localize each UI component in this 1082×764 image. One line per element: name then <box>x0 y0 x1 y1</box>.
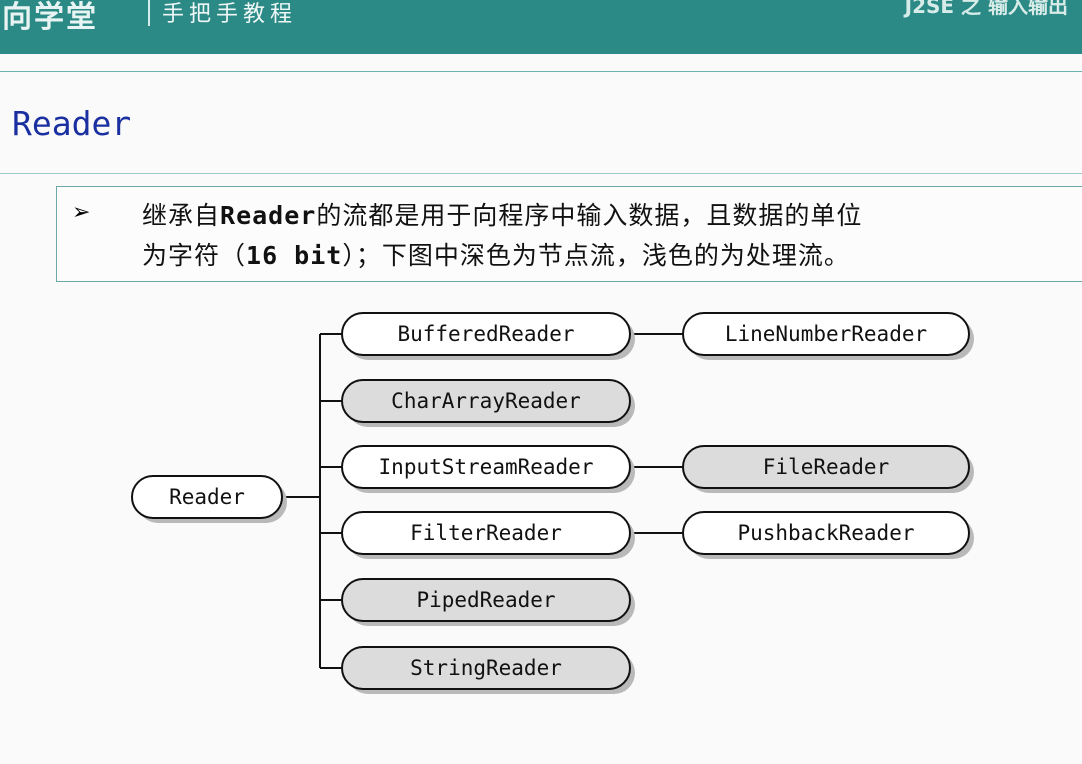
node-filter-reader: FilterReader <box>341 511 635 559</box>
node-file-reader: FileReader <box>682 445 974 493</box>
node-label: BufferedReader <box>397 322 574 346</box>
node-input-stream-reader: InputStreamReader <box>341 445 635 493</box>
node-reader: Reader <box>131 475 287 523</box>
node-label: PushbackReader <box>737 521 914 545</box>
node-char-array-reader: CharArrayReader <box>341 379 635 427</box>
node-label: FilterReader <box>410 521 562 545</box>
node-buffered-reader: BufferedReader <box>341 312 635 360</box>
node-piped-reader: PipedReader <box>341 578 635 626</box>
node-string-reader: StringReader <box>341 646 635 694</box>
node-label: InputStreamReader <box>379 455 594 479</box>
node-line-number-reader: LineNumberReader <box>682 312 974 360</box>
node-label: PipedReader <box>416 588 555 612</box>
node-label: Reader <box>169 485 245 509</box>
diagram-nodes: Reader BufferedReader LineNumberReader Char… <box>131 312 974 694</box>
node-label: LineNumberReader <box>725 322 927 346</box>
reader-hierarchy-diagram: Reader BufferedReader LineNumberReader Char… <box>131 312 974 694</box>
node-pushback-reader: PushbackReader <box>682 511 974 559</box>
node-label: FileReader <box>763 455 889 479</box>
node-label: StringReader <box>410 656 562 680</box>
node-label: CharArrayReader <box>391 389 581 413</box>
